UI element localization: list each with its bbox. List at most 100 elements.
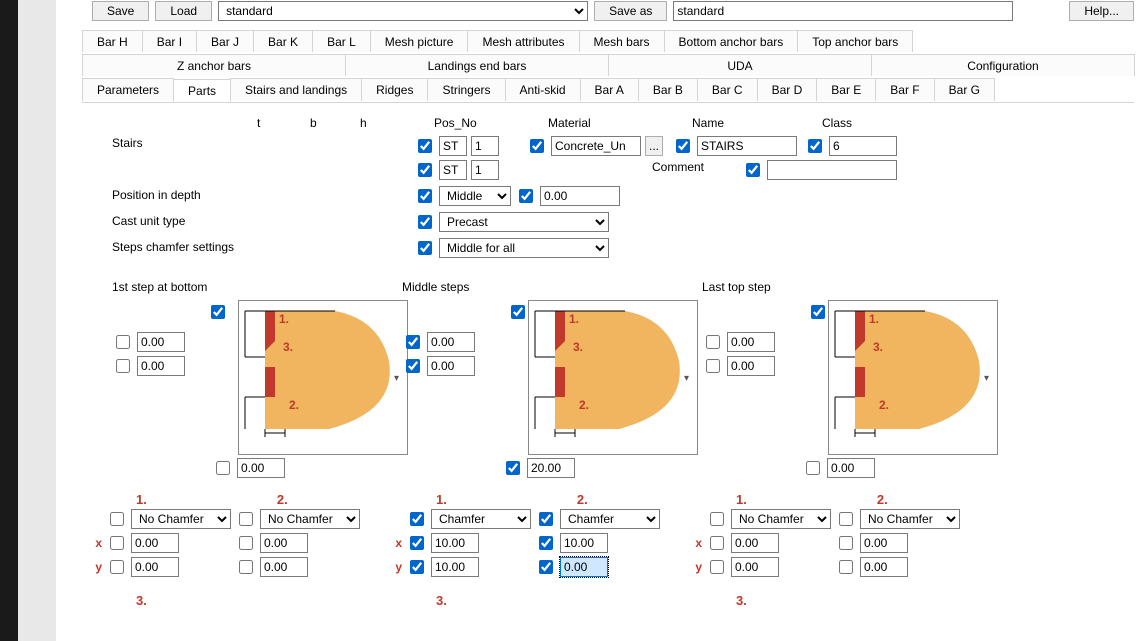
saveas-button[interactable]: Save as xyxy=(594,1,667,21)
s2-v3[interactable] xyxy=(527,458,575,478)
s3-v1[interactable] xyxy=(727,332,775,352)
s1-chk-top[interactable] xyxy=(211,305,225,319)
s1-y2-chk[interactable] xyxy=(239,560,253,574)
s1-x1-chk[interactable] xyxy=(110,536,124,550)
s3-x1-chk[interactable] xyxy=(710,536,724,550)
tab-bar-e[interactable]: Bar E xyxy=(816,78,876,101)
s2-dropdown-icon[interactable] xyxy=(684,370,698,384)
s3-c2-chk[interactable] xyxy=(839,512,853,526)
tab-z-anchor[interactable]: Z anchor bars xyxy=(82,54,346,76)
s1-x1[interactable] xyxy=(131,533,179,553)
s2-x1[interactable] xyxy=(431,533,479,553)
s3-chk2[interactable] xyxy=(706,359,720,373)
s2-y2-chk[interactable] xyxy=(539,560,553,574)
s3-y2-chk[interactable] xyxy=(839,560,853,574)
chamfer-combo[interactable]: Middle for all xyxy=(439,238,609,258)
s2-c1-chk[interactable] xyxy=(410,512,424,526)
s1-c2[interactable]: No Chamfer xyxy=(260,509,360,529)
s2-x1-chk[interactable] xyxy=(410,536,424,550)
tab-bottom-anchor[interactable]: Bottom anchor bars xyxy=(664,30,799,52)
s2-y1-chk[interactable] xyxy=(410,560,424,574)
chk-posdepth[interactable] xyxy=(418,189,432,203)
s3-c1-chk[interactable] xyxy=(710,512,724,526)
s2-y2[interactable] xyxy=(560,557,608,577)
tab-uda[interactable]: UDA xyxy=(608,54,872,76)
s2-chk3[interactable] xyxy=(506,461,520,475)
tab-bar-f[interactable]: Bar F xyxy=(875,78,934,101)
tab-bar-i[interactable]: Bar I xyxy=(142,30,197,52)
tab-bar-l[interactable]: Bar L xyxy=(312,30,371,52)
s2-v1[interactable] xyxy=(427,332,475,352)
tab-mesh-picture[interactable]: Mesh picture xyxy=(370,30,469,52)
preset-left-combo[interactable]: standard xyxy=(218,1,588,21)
s1-y1-chk[interactable] xyxy=(110,560,124,574)
chk-chamfer[interactable] xyxy=(418,241,432,255)
chk-posno-1[interactable] xyxy=(418,139,432,153)
s3-y2[interactable] xyxy=(860,557,908,577)
s3-chk3[interactable] xyxy=(806,461,820,475)
s1-x2[interactable] xyxy=(260,533,308,553)
s2-c2[interactable]: Chamfer xyxy=(560,509,660,529)
posdepth-val[interactable] xyxy=(540,186,620,206)
tab-stringers[interactable]: Stringers xyxy=(427,78,505,101)
s2-chk2[interactable] xyxy=(406,359,420,373)
chk-comment[interactable] xyxy=(746,163,760,177)
s3-x2[interactable] xyxy=(860,533,908,553)
tab-ridges[interactable]: Ridges xyxy=(361,78,428,101)
posdepth-combo[interactable]: Middle xyxy=(439,186,511,206)
s2-c2-chk[interactable] xyxy=(539,512,553,526)
tab-mesh-bars[interactable]: Mesh bars xyxy=(579,30,665,52)
s1-v3[interactable] xyxy=(237,458,285,478)
s1-c1[interactable]: No Chamfer xyxy=(131,509,231,529)
s2-x2-chk[interactable] xyxy=(539,536,553,550)
posno-prefix-1[interactable] xyxy=(439,136,467,156)
s2-chk1[interactable] xyxy=(406,335,420,349)
tab-top-anchor[interactable]: Top anchor bars xyxy=(797,30,913,52)
s3-x2-chk[interactable] xyxy=(839,536,853,550)
s2-y1[interactable] xyxy=(431,557,479,577)
name-input[interactable] xyxy=(697,136,797,156)
s1-v2[interactable] xyxy=(137,356,185,376)
comment-input[interactable] xyxy=(767,160,897,180)
tab-parameters[interactable]: Parameters xyxy=(82,78,174,101)
tab-landings-end[interactable]: Landings end bars xyxy=(345,54,609,76)
s3-v3[interactable] xyxy=(827,458,875,478)
s3-chk1[interactable] xyxy=(706,335,720,349)
chk-name[interactable] xyxy=(676,139,690,153)
s1-chk1[interactable] xyxy=(116,335,130,349)
load-button[interactable]: Load xyxy=(155,1,212,21)
s1-chk3[interactable] xyxy=(216,461,230,475)
class-input[interactable] xyxy=(829,136,897,156)
tab-config[interactable]: Configuration xyxy=(871,54,1135,76)
s1-y2[interactable] xyxy=(260,557,308,577)
s1-y1[interactable] xyxy=(131,557,179,577)
chk-class[interactable] xyxy=(808,139,822,153)
tab-bar-d[interactable]: Bar D xyxy=(757,78,818,101)
chk-posdepth-val[interactable] xyxy=(519,189,533,203)
tab-parts[interactable]: Parts xyxy=(173,79,231,102)
s1-x2-chk[interactable] xyxy=(239,536,253,550)
s3-x1[interactable] xyxy=(731,533,779,553)
save-button[interactable]: Save xyxy=(92,1,149,21)
tab-bar-g[interactable]: Bar G xyxy=(934,78,995,101)
cast-combo[interactable]: Precast xyxy=(439,212,609,232)
posno-num-2[interactable] xyxy=(471,160,499,180)
s3-y1-chk[interactable] xyxy=(710,560,724,574)
s2-v2[interactable] xyxy=(427,356,475,376)
tab-bar-c[interactable]: Bar C xyxy=(697,78,758,101)
preset-right-input[interactable] xyxy=(673,1,1013,21)
s3-c2[interactable]: No Chamfer xyxy=(860,509,960,529)
s3-y1[interactable] xyxy=(731,557,779,577)
s1-c2-chk[interactable] xyxy=(239,512,253,526)
tab-anti-skid[interactable]: Anti-skid xyxy=(505,78,581,101)
chk-posno-2[interactable] xyxy=(418,163,432,177)
chk-cast[interactable] xyxy=(418,215,432,229)
posno-num-1[interactable] xyxy=(471,136,499,156)
tab-stairs-landings[interactable]: Stairs and landings xyxy=(230,78,362,101)
tab-bar-k[interactable]: Bar K xyxy=(253,30,313,52)
s3-dropdown-icon[interactable] xyxy=(984,370,998,384)
s2-chk-top[interactable] xyxy=(511,305,525,319)
tab-bar-h[interactable]: Bar H xyxy=(82,30,143,52)
s3-c1[interactable]: No Chamfer xyxy=(731,509,831,529)
s1-v1[interactable] xyxy=(137,332,185,352)
